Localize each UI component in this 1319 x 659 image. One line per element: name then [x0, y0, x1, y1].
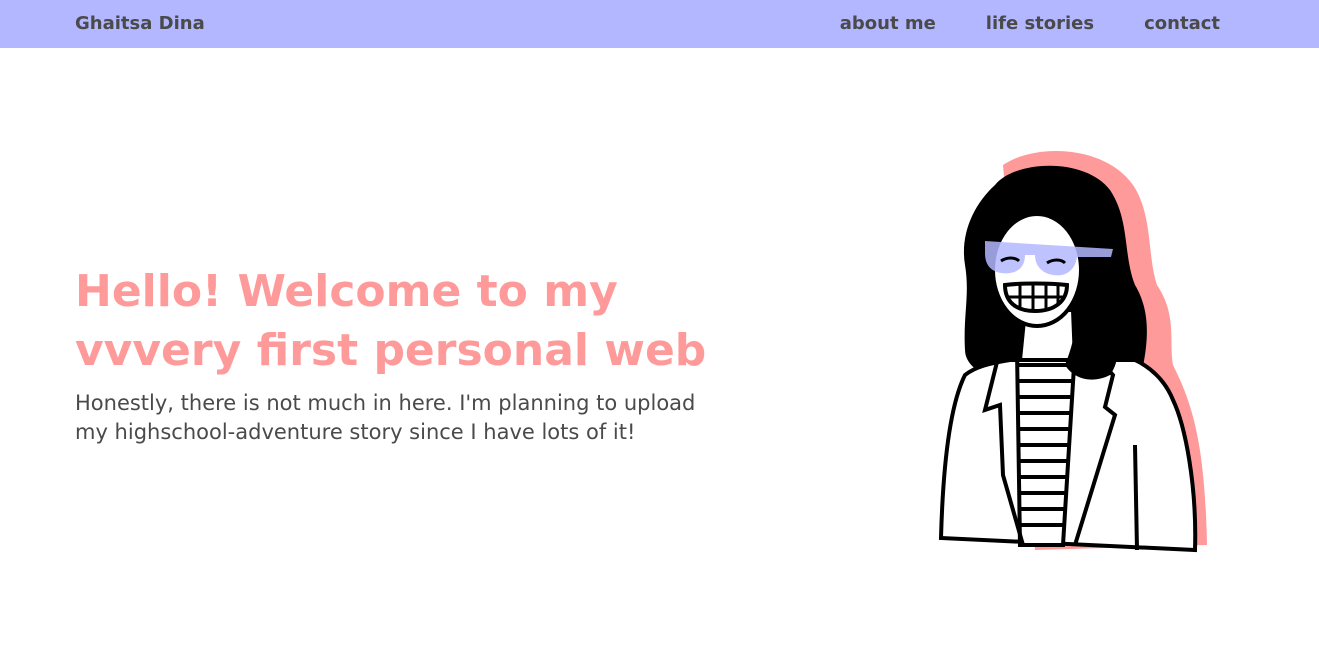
- nav-links: about me life stories contact: [840, 13, 1220, 34]
- nav-about-me-link[interactable]: about me: [840, 13, 936, 34]
- smile-teeth: [1002, 281, 1070, 314]
- top-navbar: Ghaitsa Dina about me life stories conta…: [0, 0, 1319, 48]
- nav-contact-link[interactable]: contact: [1144, 13, 1220, 34]
- hero-subtitle-line-2: my highschool-adventure story since I ha…: [75, 420, 636, 444]
- brand-link[interactable]: Ghaitsa Dina: [75, 13, 205, 34]
- hero-subtitle: Honestly, there is not much in here. I'm…: [75, 389, 795, 447]
- nav-life-stories-link[interactable]: life stories: [986, 13, 1094, 34]
- striped-shirt: [1014, 348, 1078, 547]
- hero-subtitle-line-1: Honestly, there is not much in here. I'm…: [75, 391, 696, 415]
- girl-with-glasses-illustration: [925, 145, 1225, 565]
- hero-title-line-1: Hello! Welcome to my: [75, 266, 618, 317]
- jacket-crease: [1133, 444, 1139, 551]
- hero-title-line-2: vvvery first personal web: [75, 325, 707, 376]
- hero-title: Hello! Welcome to my vvvery first person…: [75, 262, 795, 380]
- portrait-svg: [938, 151, 1207, 553]
